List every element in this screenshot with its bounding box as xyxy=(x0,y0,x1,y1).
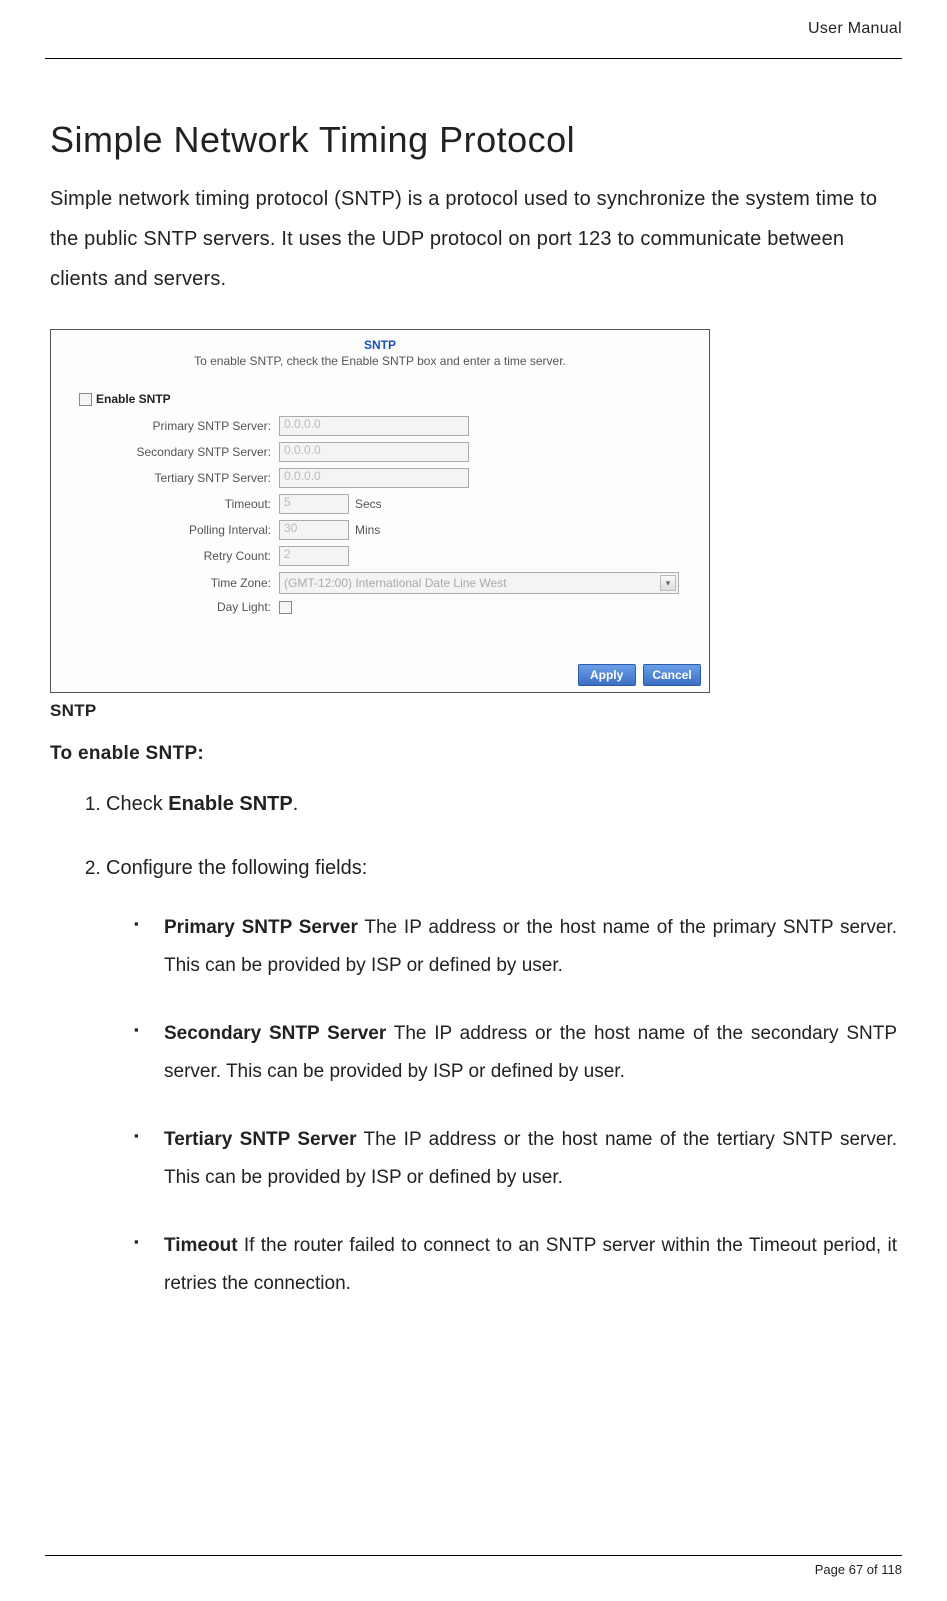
steps-list: Check Enable SNTP. Configure the followi… xyxy=(50,785,897,1303)
page-title: Simple Network Timing Protocol xyxy=(50,119,897,161)
intro-paragraph: Simple network timing protocol (SNTP) is… xyxy=(50,179,897,299)
timeout-row: Timeout: 5 Secs xyxy=(61,494,699,514)
step-1-post: . xyxy=(293,793,299,815)
bullet-timeout-text: If the router failed to connect to an SN… xyxy=(164,1235,897,1294)
step-1-bold: Enable SNTP xyxy=(168,793,292,815)
bullet-tertiary: Tertiary SNTP Server The IP address or t… xyxy=(164,1121,897,1197)
sntp-screenshot-body: SNTP To enable SNTP, check the Enable SN… xyxy=(51,330,709,658)
timezone-row: Time Zone: (GMT-12:00) International Dat… xyxy=(61,572,699,594)
spacer xyxy=(61,620,699,648)
secondary-server-input[interactable]: 0.0.0.0 xyxy=(279,442,469,462)
enable-sntp-row: Enable SNTP xyxy=(79,392,699,406)
apply-button[interactable]: Apply xyxy=(578,664,636,686)
screenshot-subtitle: To enable SNTP, check the Enable SNTP bo… xyxy=(61,354,699,368)
enable-sntp-checkbox[interactable] xyxy=(79,393,92,406)
daylight-checkbox[interactable] xyxy=(279,601,292,614)
content: Simple Network Timing Protocol Simple ne… xyxy=(45,59,902,1303)
timeout-label: Timeout: xyxy=(61,497,279,511)
footer-rule xyxy=(45,1555,902,1556)
primary-server-row: Primary SNTP Server: 0.0.0.0 xyxy=(61,416,699,436)
tertiary-server-label: Tertiary SNTP Server: xyxy=(61,471,279,485)
polling-row: Polling Interval: 30 Mins xyxy=(61,520,699,540)
cancel-button[interactable]: Cancel xyxy=(643,664,701,686)
step-1-pre: Check xyxy=(106,793,168,815)
page-footer: Page 67 of 118 xyxy=(45,1555,902,1577)
button-bar: Apply Cancel xyxy=(51,658,709,692)
tertiary-server-input[interactable]: 0.0.0.0 xyxy=(279,468,469,488)
bullet-tertiary-bold: Tertiary SNTP Server xyxy=(164,1129,357,1150)
primary-server-label: Primary SNTP Server: xyxy=(61,419,279,433)
bullet-secondary: Secondary SNTP Server The IP address or … xyxy=(164,1015,897,1091)
timezone-label: Time Zone: xyxy=(61,576,279,590)
figure-caption: SNTP xyxy=(50,701,897,721)
primary-server-input[interactable]: 0.0.0.0 xyxy=(279,416,469,436)
step-1: Check Enable SNTP. xyxy=(106,785,897,823)
enable-sntp-label: Enable SNTP xyxy=(96,392,171,406)
bullet-secondary-bold: Secondary SNTP Server xyxy=(164,1023,386,1044)
chevron-down-icon: ▾ xyxy=(660,575,676,591)
secondary-server-label: Secondary SNTP Server: xyxy=(61,445,279,459)
step-2-text: Configure the following fields: xyxy=(106,857,367,879)
retry-row: Retry Count: 2 xyxy=(61,546,699,566)
section-heading: To enable SNTP: xyxy=(50,743,897,765)
tertiary-server-row: Tertiary SNTP Server: 0.0.0.0 xyxy=(61,468,699,488)
field-bullets: Primary SNTP Server The IP address or th… xyxy=(106,909,897,1303)
page: User Manual Simple Network Timing Protoc… xyxy=(0,0,947,1601)
timezone-select[interactable]: (GMT-12:00) International Date Line West… xyxy=(279,572,679,594)
bullet-primary: Primary SNTP Server The IP address or th… xyxy=(164,909,897,985)
timeout-input[interactable]: 5 xyxy=(279,494,349,514)
polling-input[interactable]: 30 xyxy=(279,520,349,540)
polling-label: Polling Interval: xyxy=(61,523,279,537)
footer-text: Page 67 of 118 xyxy=(45,1562,902,1577)
timezone-value: (GMT-12:00) International Date Line West xyxy=(284,576,507,590)
daylight-label: Day Light: xyxy=(61,600,279,614)
bullet-timeout-bold: Timeout xyxy=(164,1235,238,1256)
retry-input[interactable]: 2 xyxy=(279,546,349,566)
daylight-row: Day Light: xyxy=(61,600,699,614)
polling-unit: Mins xyxy=(355,523,380,537)
secondary-server-row: Secondary SNTP Server: 0.0.0.0 xyxy=(61,442,699,462)
bullet-timeout: Timeout If the router failed to connect … xyxy=(164,1227,897,1303)
retry-label: Retry Count: xyxy=(61,549,279,563)
screenshot-title: SNTP xyxy=(61,338,699,352)
header-label: User Manual xyxy=(45,20,902,38)
step-2: Configure the following fields: Primary … xyxy=(106,849,897,1303)
page-header: User Manual xyxy=(45,20,902,59)
bullet-primary-bold: Primary SNTP Server xyxy=(164,917,358,938)
timeout-unit: Secs xyxy=(355,497,382,511)
sntp-screenshot: SNTP To enable SNTP, check the Enable SN… xyxy=(50,329,710,693)
